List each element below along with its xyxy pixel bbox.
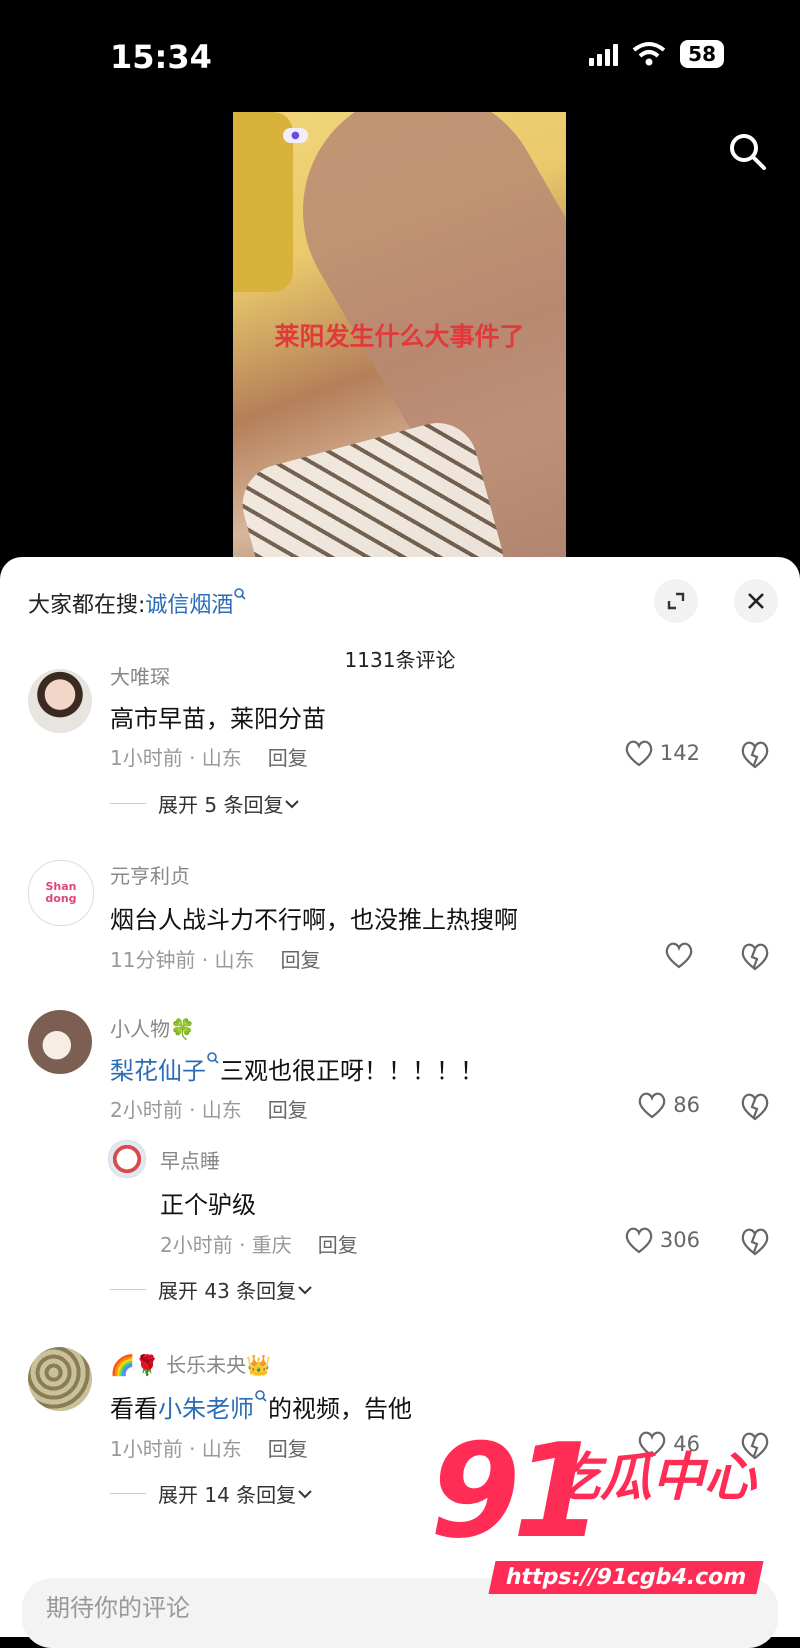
- avatar[interactable]: Shan dong: [28, 860, 94, 926]
- search-small-icon: [255, 1390, 267, 1402]
- search-icon[interactable]: [726, 130, 770, 174]
- hot-search-bar[interactable]: 大家都在搜:诚信烟酒: [28, 587, 247, 619]
- keyword-link[interactable]: 梨花仙子: [110, 1057, 206, 1085]
- expand-replies[interactable]: 展开 5 条回复: [110, 789, 301, 818]
- status-time: 15:34: [110, 38, 212, 76]
- watermark-url: https://91cgb4.com: [488, 1561, 764, 1594]
- comment-time-location: 1小时前 · 山东: [110, 1437, 242, 1461]
- video-player[interactable]: ● 莱阳发生什么大事件了: [233, 112, 566, 557]
- comment-author[interactable]: 小人物🍀: [110, 1013, 195, 1042]
- hot-search-keyword[interactable]: 诚信烟酒: [145, 593, 233, 618]
- chevron-down-icon: [298, 1285, 312, 1294]
- expand-replies[interactable]: 展开 14 条回复: [110, 1479, 314, 1508]
- video-caption: 莱阳发生什么大事件了: [274, 322, 525, 351]
- hot-search-prefix: 大家都在搜:: [28, 593, 146, 618]
- comment-text: 高市早苗，莱阳分苗: [110, 705, 326, 733]
- avatar[interactable]: [108, 1140, 146, 1178]
- search-small-icon: [234, 588, 247, 600]
- wifi-icon: [632, 42, 666, 66]
- expand-replies[interactable]: 展开 43 条回复: [110, 1275, 314, 1304]
- comment-text-prefix: 看看: [110, 1395, 158, 1423]
- close-button[interactable]: [734, 579, 778, 623]
- divider: [110, 1493, 146, 1494]
- reply-author[interactable]: 早点睡: [160, 1145, 220, 1174]
- comment-meta: 1小时前 · 山东 回复: [110, 742, 308, 771]
- chevron-down-icon: [298, 1489, 312, 1498]
- comment-meta: 2小时前 · 山东 回复: [110, 1094, 308, 1123]
- comment-author[interactable]: 元亨利贞: [110, 860, 190, 889]
- comment-text: 梨花仙子 三观也很正呀！！！！！: [110, 1051, 484, 1086]
- dislike-icon[interactable]: [738, 1089, 772, 1123]
- heart-icon: [625, 740, 653, 767]
- expand-button[interactable]: [654, 579, 698, 623]
- heart-icon: [665, 942, 693, 969]
- like-count: 306: [659, 1228, 700, 1252]
- keyword-link[interactable]: 小朱老师: [158, 1395, 254, 1423]
- comment-author[interactable]: 大唯琛: [110, 661, 170, 690]
- avatar[interactable]: [28, 1010, 92, 1074]
- expand-replies-label: 展开 5 条回复: [158, 793, 284, 817]
- like-button[interactable]: 86: [637, 1091, 700, 1119]
- watermark-text: 吃瓜中心: [548, 1448, 757, 1508]
- avatar[interactable]: [28, 1347, 92, 1411]
- comment-text: 看看小朱老师 的视频，告他: [110, 1389, 412, 1424]
- reply-time-location: 2小时前 · 重庆: [160, 1233, 292, 1257]
- divider: [110, 803, 146, 804]
- like-button[interactable]: 142: [624, 739, 700, 767]
- avatar-logo-text: Shan dong: [45, 880, 77, 905]
- video-sticker: ●: [283, 128, 308, 143]
- status-bar: 15:34 58: [0, 0, 800, 110]
- like-count: 86: [673, 1093, 700, 1117]
- chevron-down-icon: [285, 799, 300, 808]
- battery-indicator: 58: [680, 40, 724, 68]
- comment-text-rest: 三观也很正呀！！！！！: [220, 1057, 484, 1085]
- like-count: 142: [659, 741, 700, 765]
- reply-meta: 2小时前 · 重庆 回复: [160, 1229, 358, 1258]
- reply-button[interactable]: 回复: [281, 948, 321, 972]
- dislike-icon[interactable]: [738, 737, 772, 771]
- like-button[interactable]: 306: [624, 1226, 700, 1254]
- comment-author[interactable]: 🌈🌹 长乐未央👑: [110, 1349, 271, 1378]
- comment-text: 烟台人战斗力不行啊，也没推上热搜啊: [110, 906, 518, 934]
- dislike-icon[interactable]: [738, 1224, 772, 1258]
- reply-button[interactable]: 回复: [318, 1233, 358, 1257]
- heart-icon: [625, 1227, 653, 1254]
- reply-text: 正个驴级: [160, 1191, 256, 1219]
- comment-meta: 11分钟前 · 山东 回复: [110, 944, 321, 973]
- signal-icon: [589, 42, 619, 66]
- like-button[interactable]: [664, 941, 700, 969]
- watermark-logo: 91 吃瓜中心 https://91cgb4.com: [430, 1415, 770, 1625]
- search-small-icon: [207, 1052, 219, 1064]
- comment-meta: 1小时前 · 山东 回复: [110, 1433, 308, 1462]
- close-icon: [748, 593, 764, 609]
- reply-button[interactable]: 回复: [268, 746, 308, 770]
- comment-input-placeholder: 期待你的评论: [46, 1594, 190, 1622]
- expand-replies-label: 展开 43 条回复: [158, 1279, 297, 1303]
- expand-icon: [667, 592, 685, 610]
- dislike-icon[interactable]: [738, 939, 772, 973]
- divider: [110, 1289, 146, 1290]
- expand-replies-label: 展开 14 条回复: [158, 1483, 297, 1507]
- heart-icon: [638, 1092, 666, 1119]
- comment-text-rest: 的视频，告他: [268, 1395, 412, 1423]
- reply-button[interactable]: 回复: [268, 1437, 308, 1461]
- comment-time-location: 11分钟前 · 山东: [110, 948, 255, 972]
- comment-time-location: 1小时前 · 山东: [110, 746, 242, 770]
- status-icons: 58: [589, 40, 724, 68]
- reply-button[interactable]: 回复: [268, 1098, 308, 1122]
- comment-time-location: 2小时前 · 山东: [110, 1098, 242, 1122]
- avatar[interactable]: [28, 669, 92, 733]
